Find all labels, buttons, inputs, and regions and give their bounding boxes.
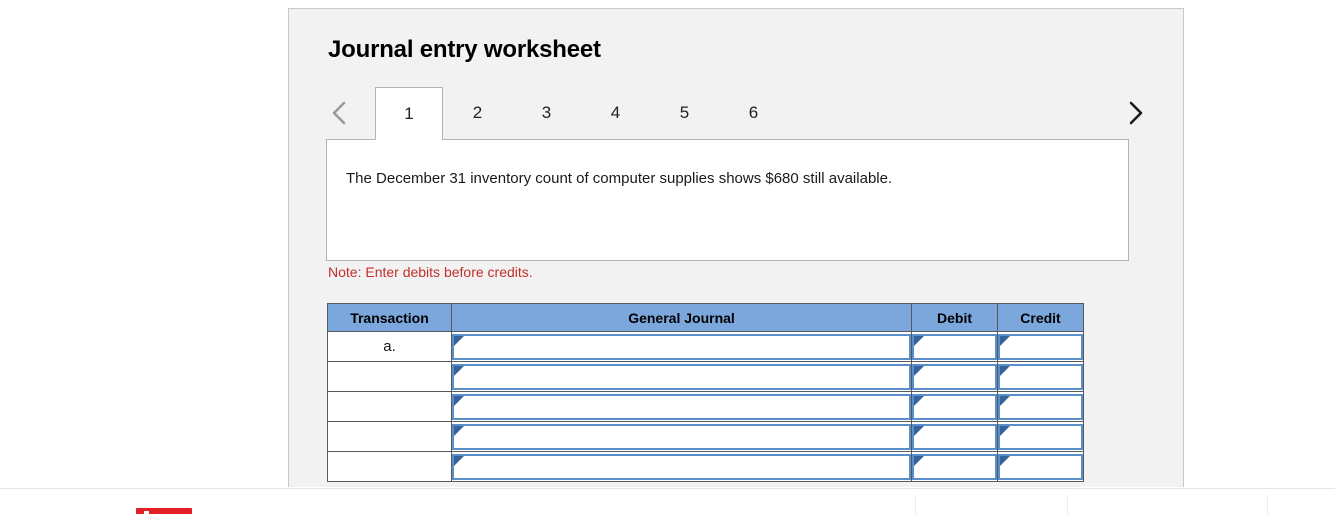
debit-cell[interactable] (911, 391, 998, 422)
general-journal-cell[interactable] (451, 361, 912, 392)
chevron-right-icon[interactable] (1115, 93, 1155, 133)
column-header-transaction: Transaction (327, 303, 452, 332)
tab-5[interactable]: 5 (650, 87, 719, 139)
general-journal-cell[interactable] (451, 331, 912, 362)
worksheet-tab-strip: 1 2 3 4 5 6 (289, 87, 1183, 140)
table-row (327, 361, 1084, 392)
transaction-label-cell (327, 391, 452, 422)
debit-cell[interactable] (911, 421, 998, 452)
general-journal-input[interactable] (452, 423, 911, 450)
general-journal-input[interactable] (452, 363, 911, 390)
tab-1[interactable]: 1 (375, 87, 443, 140)
debit-input[interactable] (912, 423, 997, 450)
table-header-row: Transaction General Journal Debit Credit (327, 303, 1084, 332)
debit-cell[interactable] (911, 451, 998, 482)
tab-6[interactable]: 6 (719, 87, 788, 139)
screenshot-root: Journal entry worksheet 1 2 3 4 5 6 The … (0, 0, 1335, 514)
general-journal-cell[interactable] (451, 451, 912, 482)
credit-input[interactable] (998, 333, 1083, 360)
table-row (327, 451, 1084, 482)
bottom-bar-divider (1067, 495, 1068, 514)
table-row (327, 391, 1084, 422)
journal-entry-table: Transaction General Journal Debit Credit… (327, 303, 1084, 482)
transaction-label-cell: a. (327, 331, 452, 362)
column-header-debit: Debit (911, 303, 998, 332)
debits-before-credits-note: Note: Enter debits before credits. (328, 264, 533, 280)
debit-input[interactable] (912, 393, 997, 420)
debit-input[interactable] (912, 333, 997, 360)
transaction-label-cell (327, 421, 452, 452)
credit-cell[interactable] (997, 331, 1084, 362)
general-journal-input[interactable] (452, 333, 911, 360)
credit-cell[interactable] (997, 451, 1084, 482)
credit-input[interactable] (998, 393, 1083, 420)
general-journal-cell[interactable] (451, 421, 912, 452)
debit-cell[interactable] (911, 331, 998, 362)
brand-logo-icon (136, 508, 192, 514)
credit-input[interactable] (998, 453, 1083, 480)
column-header-general-journal: General Journal (451, 303, 912, 332)
transaction-label-cell (327, 361, 452, 392)
credit-input[interactable] (998, 423, 1083, 450)
scenario-description: The December 31 inventory count of compu… (346, 170, 893, 187)
table-header: Transaction General Journal Debit Credit (327, 303, 1084, 332)
tab-2[interactable]: 2 (443, 87, 512, 139)
credit-input[interactable] (998, 363, 1083, 390)
tab-4[interactable]: 4 (581, 87, 650, 139)
general-journal-cell[interactable] (451, 391, 912, 422)
bottom-bar-divider (1267, 495, 1268, 514)
debit-input[interactable] (912, 363, 997, 390)
bottom-bar-divider (915, 495, 916, 514)
browser-bottom-bar (0, 488, 1335, 514)
transaction-label-cell (327, 451, 452, 482)
debit-input[interactable] (912, 453, 997, 480)
journal-entry-worksheet-panel: Journal entry worksheet 1 2 3 4 5 6 The … (288, 8, 1184, 487)
credit-cell[interactable] (997, 421, 1084, 452)
column-header-credit: Credit (997, 303, 1084, 332)
page-title: Journal entry worksheet (328, 36, 601, 63)
general-journal-input[interactable] (452, 393, 911, 420)
table-row (327, 421, 1084, 452)
debit-cell[interactable] (911, 361, 998, 392)
general-journal-input[interactable] (452, 453, 911, 480)
scenario-panel: The December 31 inventory count of compu… (326, 139, 1129, 261)
credit-cell[interactable] (997, 391, 1084, 422)
credit-cell[interactable] (997, 361, 1084, 392)
table-row: a. (327, 331, 1084, 362)
chevron-left-icon[interactable] (319, 93, 359, 133)
tab-3[interactable]: 3 (512, 87, 581, 139)
table-body: a. (327, 331, 1084, 482)
